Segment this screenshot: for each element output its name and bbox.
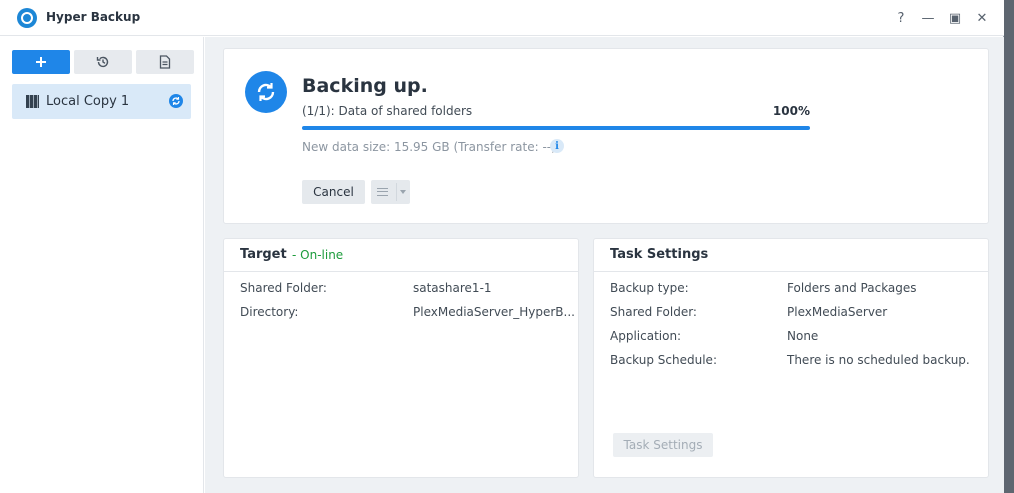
shared-folder-value: PlexMediaServer — [787, 305, 888, 319]
hyper-backup-window: Hyper Backup ? — ▣ ✕ Local Copy 1 Backin… — [0, 0, 1004, 493]
sidebar-item-label: Local Copy 1 — [46, 94, 130, 109]
plus-icon — [36, 57, 46, 67]
backup-status-card: Backing up. (1/1): Data of shared folder… — [223, 48, 989, 224]
history-icon — [96, 56, 109, 68]
chevron-down-icon — [400, 190, 406, 194]
target-title: Target — [240, 247, 287, 262]
close-button[interactable]: ✕ — [972, 8, 992, 28]
shared-folder-label: Shared Folder: — [240, 281, 327, 295]
view-log-button[interactable] — [136, 50, 194, 74]
more-actions-menu-button[interactable] — [371, 180, 410, 204]
shared-folder-value: satashare1-1 — [413, 281, 492, 295]
progress-fill — [302, 126, 810, 130]
task-settings-button[interactable]: Task Settings — [613, 433, 713, 457]
shared-folder-label: Shared Folder: — [610, 305, 697, 319]
target-card-header: Target - On-line — [224, 239, 578, 272]
cancel-button[interactable]: Cancel — [302, 180, 365, 204]
progress-bar — [302, 126, 810, 130]
application-value: None — [787, 329, 819, 343]
sidebar: Local Copy 1 — [0, 37, 204, 493]
task-settings-card: Task Settings Backup type: Folders and P… — [593, 238, 989, 478]
window-title: Hyper Backup — [46, 10, 141, 24]
progress-percent: 100% — [772, 104, 810, 118]
task-settings-title: Task Settings — [610, 247, 709, 262]
task-settings-header: Task Settings — [594, 239, 988, 272]
hyper-backup-app-icon — [17, 8, 37, 28]
sync-status-icon — [245, 71, 287, 113]
backup-schedule-label: Backup Schedule: — [610, 353, 717, 367]
data-size-text: New data size: 15.95 GB (Transfer rate: … — [302, 140, 556, 154]
status-title: Backing up. — [302, 75, 428, 97]
status-badge: - On-line — [292, 248, 344, 262]
directory-value: PlexMediaServer_HyperB... — [413, 305, 575, 319]
backup-schedule-value: There is no scheduled backup. — [787, 353, 970, 367]
title-bar: Hyper Backup ? — ▣ ✕ — [0, 0, 1004, 36]
help-button[interactable]: ? — [891, 8, 911, 28]
local-copy-icon — [26, 95, 39, 108]
document-icon — [159, 55, 171, 69]
sidebar-item-local-copy-1[interactable]: Local Copy 1 — [12, 84, 191, 119]
backup-type-label: Backup type: — [610, 281, 689, 295]
progress-label: (1/1): Data of shared folders — [302, 104, 473, 118]
add-task-button[interactable] — [12, 50, 70, 74]
maximize-button[interactable]: ▣ — [945, 8, 965, 28]
backup-type-value: Folders and Packages — [787, 281, 917, 295]
minimize-button[interactable]: — — [918, 8, 938, 28]
target-card: Target - On-line Shared Folder: satashar… — [223, 238, 579, 478]
directory-label: Directory: — [240, 305, 299, 319]
main-content: Backing up. (1/1): Data of shared folder… — [205, 37, 1004, 493]
menu-lines-icon — [377, 188, 388, 196]
syncing-icon — [169, 94, 183, 108]
restore-button[interactable] — [74, 50, 132, 74]
application-label: Application: — [610, 329, 682, 343]
info-icon[interactable]: i — [550, 139, 564, 153]
